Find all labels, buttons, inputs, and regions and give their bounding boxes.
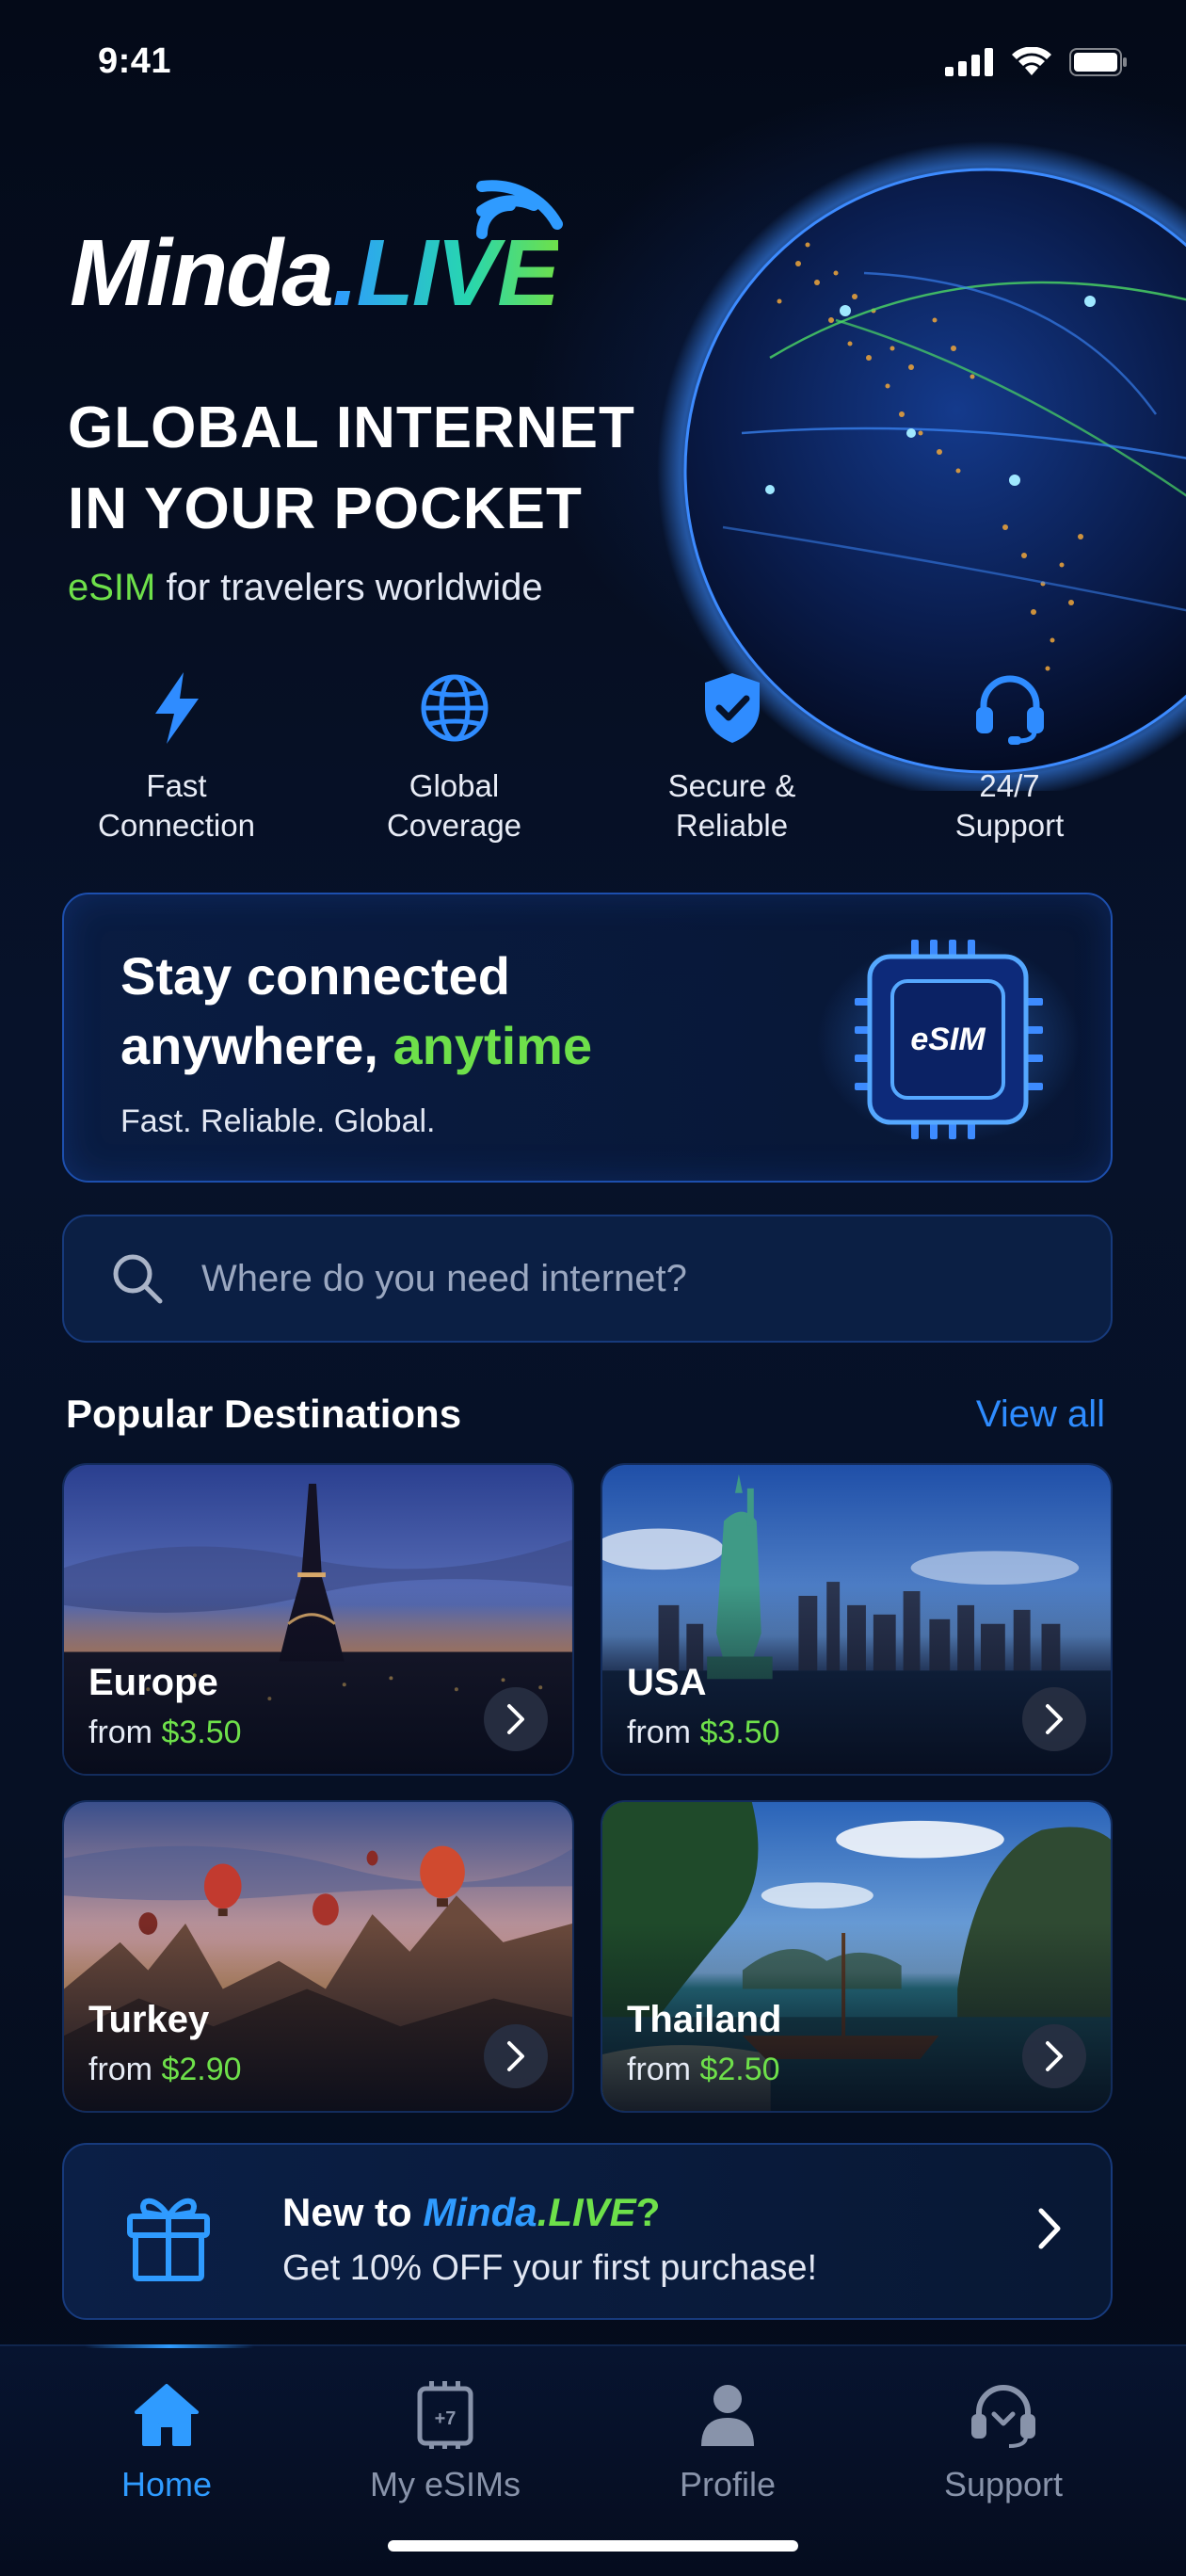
tab-home[interactable]: Home — [54, 2375, 280, 2504]
promo-title-line2: anywhere, anytime — [120, 1011, 592, 1081]
open-destination-button[interactable] — [484, 1687, 548, 1751]
hero-title-line2: IN YOUR POCKET — [68, 476, 583, 541]
price-amount: $2.50 — [699, 2052, 780, 2087]
hero-title-line1: GLOBAL INTERNET — [68, 395, 635, 460]
esim-chip-icon: eSIM — [817, 937, 1081, 1144]
destination-price: from $2.50 — [627, 2052, 780, 2088]
tab-profile[interactable]: Profile — [615, 2375, 841, 2504]
destination-name: Europe — [88, 1662, 218, 1703]
open-destination-button[interactable] — [484, 2024, 548, 2088]
view-all-link[interactable]: View all — [976, 1393, 1105, 1436]
offer-brand-part2: .LIVE — [537, 2190, 636, 2234]
open-destination-button[interactable] — [1022, 1687, 1086, 1751]
feature-label: 24/7 Support — [954, 768, 1065, 843]
tab-label: My eSIMs — [369, 2465, 521, 2504]
destination-price: from $3.50 — [88, 1715, 242, 1751]
price-amount: $3.50 — [161, 1715, 242, 1750]
tab-support[interactable]: Support — [890, 2375, 1116, 2504]
feature-list: Fast Connection Global Coverage Secure &… — [38, 670, 1148, 845]
feature-global-coverage: Global Coverage — [315, 670, 593, 845]
chevron-right-icon — [1046, 1704, 1063, 1734]
price-prefix: from — [627, 2052, 700, 2087]
feature-label: Global Coverage — [386, 768, 522, 843]
wifi-icon — [1012, 47, 1051, 75]
status-icons — [945, 47, 1128, 77]
home-icon — [135, 2384, 199, 2446]
hero-subtitle: eSIM for travelers worldwide — [68, 567, 543, 609]
feature-fast-connection: Fast Connection — [38, 670, 315, 845]
offer-title-suffix: ? — [635, 2190, 661, 2234]
feature-support: 24/7 Support — [871, 670, 1148, 845]
shield-check-icon — [704, 673, 760, 743]
hero-title: GLOBAL INTERNET IN YOUR POCKET — [68, 388, 635, 550]
price-prefix: from — [627, 1715, 700, 1750]
price-prefix: from — [88, 2052, 162, 2087]
brand-logo: Minda.LIVE — [70, 226, 560, 320]
promo-banner[interactable]: Stay connected anywhere, anytime Fast. R… — [62, 893, 1113, 1183]
price-prefix: from — [88, 1715, 162, 1750]
feature-label: Secure & Reliable — [667, 768, 796, 843]
destination-card-europe[interactable]: Europe from $3.50 — [62, 1463, 574, 1776]
app-screen: 9:41 Minda.LIVE GLOBAL INTERNET IN YOUR … — [0, 0, 1186, 2576]
chip-label: eSIM — [910, 1022, 986, 1057]
hero-subtitle-rest: for travelers worldwide — [155, 567, 543, 608]
offer-subtitle: Get 10% OFF your first purchase! — [282, 2248, 818, 2288]
destination-name: Turkey — [88, 1999, 210, 2040]
tab-label: Support — [943, 2465, 1064, 2504]
section-title-popular: Popular Destinations — [66, 1392, 462, 1436]
destination-card-turkey[interactable]: Turkey from $2.90 — [62, 1800, 574, 2113]
active-tab-indicator — [85, 2344, 254, 2348]
chevron-right-icon — [1038, 2208, 1061, 2249]
chevron-right-icon — [1046, 2041, 1063, 2071]
tab-my-esims[interactable]: +7 My eSIMs — [332, 2375, 558, 2504]
chevron-right-icon — [507, 2041, 524, 2071]
battery-icon — [1069, 48, 1127, 76]
tab-label: Home — [120, 2465, 213, 2504]
promo-title-prefix: anywhere, — [120, 1016, 393, 1075]
hero-subtitle-highlight: eSIM — [68, 567, 156, 608]
promo-title-highlight: anytime — [393, 1016, 593, 1075]
feature-label: Fast Connection — [98, 768, 255, 843]
destination-price: from $3.50 — [627, 1715, 780, 1751]
offer-brand-part1: Minda — [423, 2190, 537, 2234]
svg-text:+7: +7 — [435, 2408, 457, 2429]
tab-label: Profile — [679, 2465, 777, 2504]
chevron-right-icon — [507, 1704, 524, 1734]
offer-title: New to Minda.LIVE? — [282, 2190, 660, 2235]
offer-title-prefix: New to — [282, 2190, 424, 2234]
lightning-icon — [154, 672, 199, 744]
price-amount: $2.90 — [161, 2052, 242, 2087]
destination-card-thailand[interactable]: Thailand from $2.50 — [601, 1800, 1113, 2113]
esim-card-icon: +7 — [417, 2381, 473, 2449]
search-input[interactable] — [200, 1256, 1032, 1301]
status-time: 9:41 — [98, 41, 172, 81]
search-icon — [113, 1254, 163, 1304]
feature-secure-reliable: Secure & Reliable — [593, 670, 871, 845]
gift-icon — [127, 2198, 210, 2281]
destination-name: USA — [627, 1662, 707, 1703]
cellular-signal-icon — [945, 48, 993, 76]
destination-card-usa[interactable]: USA from $3.50 — [601, 1463, 1113, 1776]
home-indicator[interactable] — [388, 2540, 798, 2552]
destination-name: Thailand — [627, 1999, 782, 2040]
globe-icon — [421, 674, 488, 742]
destination-price: from $2.90 — [88, 2052, 242, 2088]
support-headset-icon — [971, 2385, 1035, 2448]
open-destination-button[interactable] — [1022, 2024, 1086, 2088]
logo-text-minda: Minda — [70, 220, 334, 326]
search-bar[interactable] — [62, 1215, 1113, 1343]
person-icon — [701, 2385, 754, 2446]
promo-title-line1: Stay connected — [120, 946, 510, 1006]
headset-icon — [975, 675, 1044, 745]
promo-subtitle: Fast. Reliable. Global. — [120, 1103, 436, 1139]
price-amount: $3.50 — [699, 1715, 780, 1750]
logo-text-live: .LIVE — [331, 220, 560, 326]
new-user-offer-banner[interactable]: New to Minda.LIVE? Get 10% OFF your firs… — [62, 2143, 1113, 2320]
promo-title: Stay connected anywhere, anytime — [120, 942, 592, 1081]
